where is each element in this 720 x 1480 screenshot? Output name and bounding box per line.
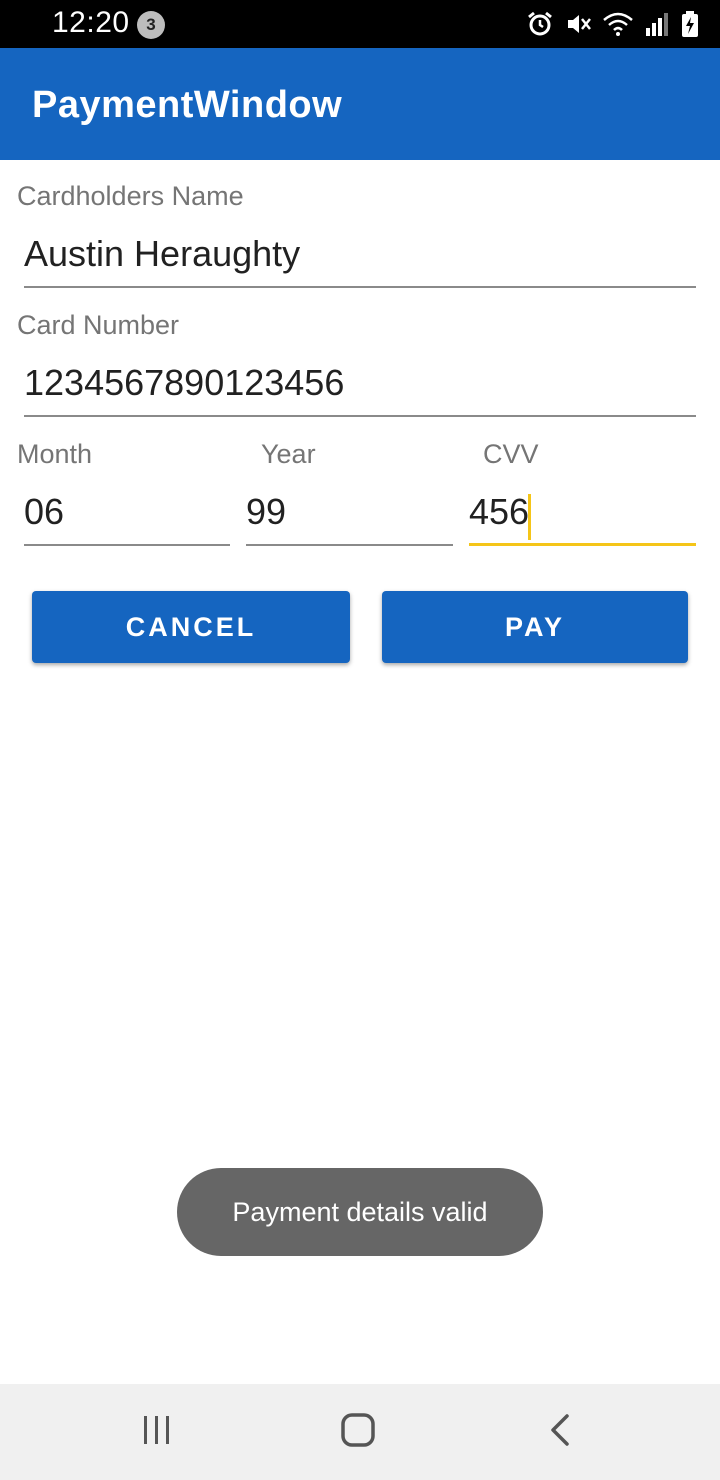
cvv-input[interactable] xyxy=(469,486,696,546)
toast-message: Payment details valid xyxy=(177,1168,543,1256)
notification-count-badge: 3 xyxy=(137,11,165,39)
back-icon xyxy=(545,1412,575,1453)
card-number-input[interactable] xyxy=(24,357,696,417)
pay-button[interactable]: PAY xyxy=(382,591,688,663)
wifi-icon xyxy=(602,10,634,38)
battery-charging-icon xyxy=(680,10,700,38)
home-button[interactable] xyxy=(298,1384,418,1480)
status-icons xyxy=(526,9,700,39)
year-label: Year xyxy=(261,439,316,469)
mute-icon xyxy=(564,10,592,38)
signal-icon xyxy=(644,10,670,38)
month-input[interactable] xyxy=(24,486,230,546)
navigation-bar xyxy=(0,1384,720,1480)
month-label: Month xyxy=(17,439,93,469)
status-time: 12:20 xyxy=(52,6,130,39)
home-icon xyxy=(340,1412,376,1453)
cvv-label: CVV xyxy=(483,439,539,469)
back-button[interactable] xyxy=(500,1384,620,1480)
recent-apps-icon xyxy=(140,1413,174,1452)
year-input[interactable] xyxy=(246,486,453,546)
recent-apps-button[interactable] xyxy=(97,1384,217,1480)
app-bar: PaymentWindow xyxy=(0,48,720,160)
text-cursor xyxy=(528,494,531,540)
alarm-icon xyxy=(526,10,554,38)
payment-screen: 12:20 3 PaymentWindow Cardholders Name A… xyxy=(0,0,720,1480)
app-title: PaymentWindow xyxy=(32,84,343,126)
card-number-label: Card Number xyxy=(17,310,180,340)
cardholder-name-label: Cardholders Name xyxy=(17,181,244,211)
status-bar: 12:20 3 xyxy=(0,0,720,48)
cardholder-name-input[interactable] xyxy=(24,228,696,288)
cancel-button[interactable]: CANCEL xyxy=(32,591,350,663)
